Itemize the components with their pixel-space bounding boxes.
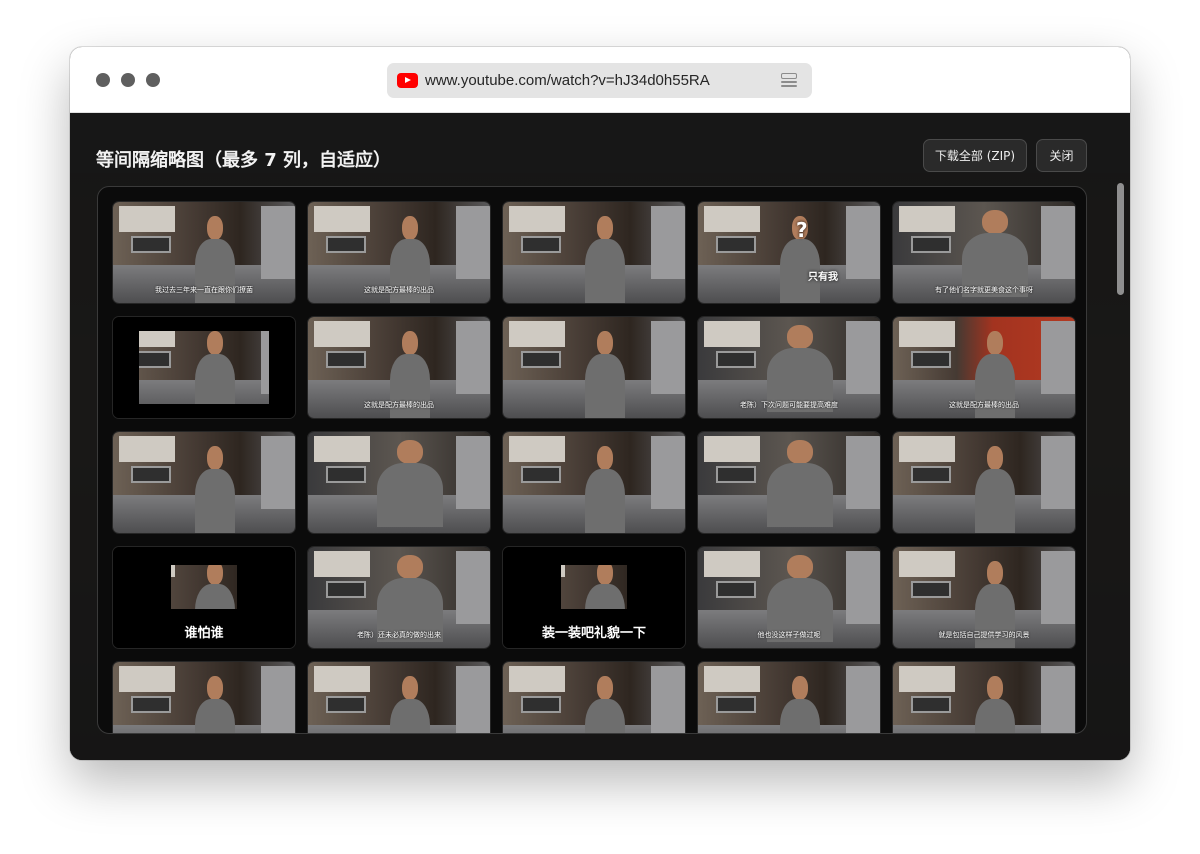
thumbnail[interactable]: 他也没这样子做过呢 xyxy=(697,546,881,649)
thumbnail-image xyxy=(893,662,1075,733)
window-zoom-button[interactable] xyxy=(146,73,160,87)
thumbnail[interactable]: 这就是配方最棒的出品 xyxy=(307,201,491,304)
scrollbar[interactable] xyxy=(1117,183,1124,295)
thumbnail-image xyxy=(503,202,685,303)
page-viewport: 等间隔缩略图（最多 7 列，自适应） 下载全部 (ZIP) 关闭 我过去三年来一… xyxy=(70,113,1130,760)
thumbnail-image xyxy=(698,202,880,303)
thumbnail[interactable] xyxy=(112,316,296,419)
thumbnail[interactable]: 这就是配方最棒的出品 xyxy=(307,316,491,419)
url-text: www.youtube.com/watch?v=hJ34d0h55RA xyxy=(425,72,710,89)
thumbnail[interactable] xyxy=(307,661,491,733)
thumbnail[interactable] xyxy=(112,431,296,534)
thumbnail-image xyxy=(503,317,685,418)
letterbox-bar xyxy=(269,317,295,418)
thumbnail[interactable] xyxy=(502,661,686,733)
thumbnail-image xyxy=(503,662,685,733)
browser-window: www.youtube.com/watch?v=hJ34d0h55RA 等间隔缩… xyxy=(70,47,1130,760)
close-button[interactable]: 关闭 xyxy=(1036,139,1087,172)
thumbnail[interactable] xyxy=(502,431,686,534)
thumbnail-image xyxy=(893,432,1075,533)
thumbnail-caption: 老陈）还未必真的做的出来 xyxy=(357,631,441,639)
thumbnail-caption: 我过去三年来一直在跟你们撩菌 xyxy=(155,286,253,294)
thumbnail[interactable] xyxy=(502,201,686,304)
thumbnail-image xyxy=(113,662,295,733)
thumbnail-tag: 只有我 xyxy=(808,272,838,283)
thumbnail[interactable] xyxy=(892,431,1076,534)
thumbnail-overlay-symbol: ? xyxy=(796,218,808,242)
browser-titlebar: www.youtube.com/watch?v=hJ34d0h55RA xyxy=(70,47,1130,113)
thumbnail-image xyxy=(698,432,880,533)
thumbnail-caption: 就是包括自己提供学习的风景 xyxy=(938,631,1030,639)
thumbnail[interactable]: 谁怕谁 xyxy=(112,546,296,649)
thumbnail-image xyxy=(308,432,490,533)
thumbnail[interactable]: ? 只有我 xyxy=(697,201,881,304)
thumbnail[interactable] xyxy=(502,316,686,419)
letterbox-bar xyxy=(113,404,295,418)
thumbnail[interactable] xyxy=(112,661,296,733)
window-close-button[interactable] xyxy=(96,73,110,87)
thumbnail[interactable]: 有了他们名字就更美食这个事呀 xyxy=(892,201,1076,304)
letterbox-bar xyxy=(113,317,295,331)
thumbnail-image xyxy=(698,662,880,733)
address-bar[interactable]: www.youtube.com/watch?v=hJ34d0h55RA xyxy=(387,63,812,98)
thumbnail-caption: 他也没这样子做过呢 xyxy=(757,631,821,639)
window-minimize-button[interactable] xyxy=(121,73,135,87)
thumbnail-caption: 这就是配方最棒的出品 xyxy=(364,401,434,409)
thumbnail-image xyxy=(308,662,490,733)
thumbnail[interactable]: 就是包括自己提供学习的风景 xyxy=(892,546,1076,649)
thumbnail-image xyxy=(113,317,295,418)
youtube-icon xyxy=(397,73,418,88)
thumbnail[interactable] xyxy=(307,431,491,534)
download-all-button[interactable]: 下载全部 (ZIP) xyxy=(923,139,1027,172)
thumbnail-caption: 这就是配方最棒的出品 xyxy=(364,286,434,294)
thumbnail-caption: 谁怕谁 xyxy=(184,626,224,641)
thumbnail-caption: 有了他们名字就更美食这个事呀 xyxy=(935,286,1033,294)
thumbnail[interactable]: 装一装吧礼貌一下 xyxy=(502,546,686,649)
thumbnail-image xyxy=(113,432,295,533)
thumbnail[interactable]: 这就是配方最棒的出品 xyxy=(892,316,1076,419)
thumbnail[interactable] xyxy=(697,431,881,534)
thumbnail-grid: 我过去三年来一直在跟你们撩菌 这就是配方最棒的出品? 只有我 有了他们名字就更美食这个… xyxy=(97,186,1087,734)
reader-view-icon[interactable] xyxy=(781,73,797,88)
letterbox-bar xyxy=(113,317,139,418)
thumbnail-image xyxy=(503,432,685,533)
thumbnail[interactable]: 我过去三年来一直在跟你们撩菌 xyxy=(112,201,296,304)
thumbnail[interactable]: 老陈）还未必真的做的出来 xyxy=(307,546,491,649)
thumbnail-caption: 老陈）下次问题可能要提高难度 xyxy=(740,401,838,409)
thumbnail-caption: 这就是配方最棒的出品 xyxy=(949,401,1019,409)
thumbnail[interactable] xyxy=(892,661,1076,733)
thumbnail-caption: 装一装吧礼貌一下 xyxy=(541,626,646,641)
panel-title: 等间隔缩略图（最多 7 列，自适应） xyxy=(96,150,392,171)
thumbnail[interactable]: 老陈）下次问题可能要提高难度 xyxy=(697,316,881,419)
thumbnail[interactable] xyxy=(697,661,881,733)
